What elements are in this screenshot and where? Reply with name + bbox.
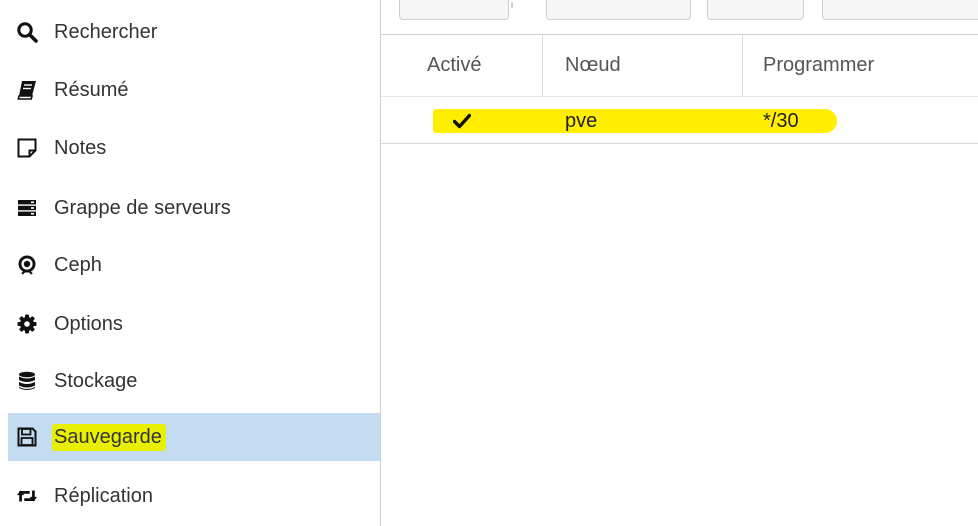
sticky-note-icon — [16, 137, 38, 159]
ceph-icon — [16, 254, 38, 276]
sidebar-item-label: Options — [54, 312, 123, 335]
gear-icon — [16, 313, 38, 335]
toolbar-button[interactable] — [399, 0, 509, 20]
backup-jobs-grid: Activé Nœud Programmer pve */30 — [381, 35, 978, 526]
column-separator[interactable] — [742, 35, 743, 96]
sidebar-item-label: Notes — [54, 136, 107, 159]
table-row[interactable]: pve */30 — [381, 97, 978, 144]
sidebar-item-label: Réplication — [54, 484, 153, 507]
sidebar-item-label: Ceph — [54, 253, 102, 276]
row-schedule-cell: */30 — [763, 109, 799, 132]
book-icon — [16, 79, 38, 101]
sidebar-item-label: Sauvegarde — [52, 423, 166, 451]
column-header-node[interactable]: Nœud — [565, 35, 621, 96]
column-header-schedule[interactable]: Programmer — [763, 35, 874, 96]
sidebar-item-sauvegarde[interactable]: Sauvegarde — [8, 413, 380, 461]
sidebar-item-stockage[interactable]: Stockage — [8, 357, 380, 405]
toolbar-button[interactable] — [822, 0, 978, 20]
sidebar-item-replication[interactable]: Réplication — [8, 472, 380, 520]
floppy-disk-icon — [16, 426, 38, 448]
database-icon — [16, 370, 38, 392]
app-window: Rechercher Résumé Notes Grappe de serveu… — [0, 0, 978, 526]
sidebar-item-grappe-de-serveurs[interactable]: Grappe de serveurs — [8, 184, 380, 232]
sidebar-item-notes[interactable]: Notes — [8, 124, 380, 172]
toolbar-separator — [511, 2, 513, 8]
sidebar-item-ceph[interactable]: Ceph — [8, 241, 380, 289]
server-icon — [16, 197, 38, 219]
retweet-icon — [16, 485, 38, 507]
sidebar-item-rechercher[interactable]: Rechercher — [8, 8, 380, 56]
sidebar-item-label: Rechercher — [54, 20, 158, 43]
toolbar-button[interactable] — [546, 0, 691, 20]
sidebar-item-options[interactable]: Options — [8, 300, 380, 348]
sidebar-item-label: Grappe de serveurs — [54, 196, 231, 219]
sidebar-item-resume[interactable]: Résumé — [8, 66, 380, 114]
check-icon — [453, 107, 471, 135]
sidebar-item-label: Résumé — [54, 78, 129, 101]
toolbar — [381, 0, 978, 35]
sidebar-item-label: Stockage — [54, 369, 138, 392]
sidebar-nav: Rechercher Résumé Notes Grappe de serveu… — [0, 0, 380, 526]
column-separator[interactable] — [542, 35, 543, 96]
toolbar-button[interactable] — [707, 0, 804, 20]
search-icon — [16, 21, 38, 43]
column-header-active[interactable]: Activé — [427, 35, 481, 96]
grid-header: Activé Nœud Programmer — [381, 35, 978, 97]
row-node-cell: pve — [565, 109, 598, 132]
